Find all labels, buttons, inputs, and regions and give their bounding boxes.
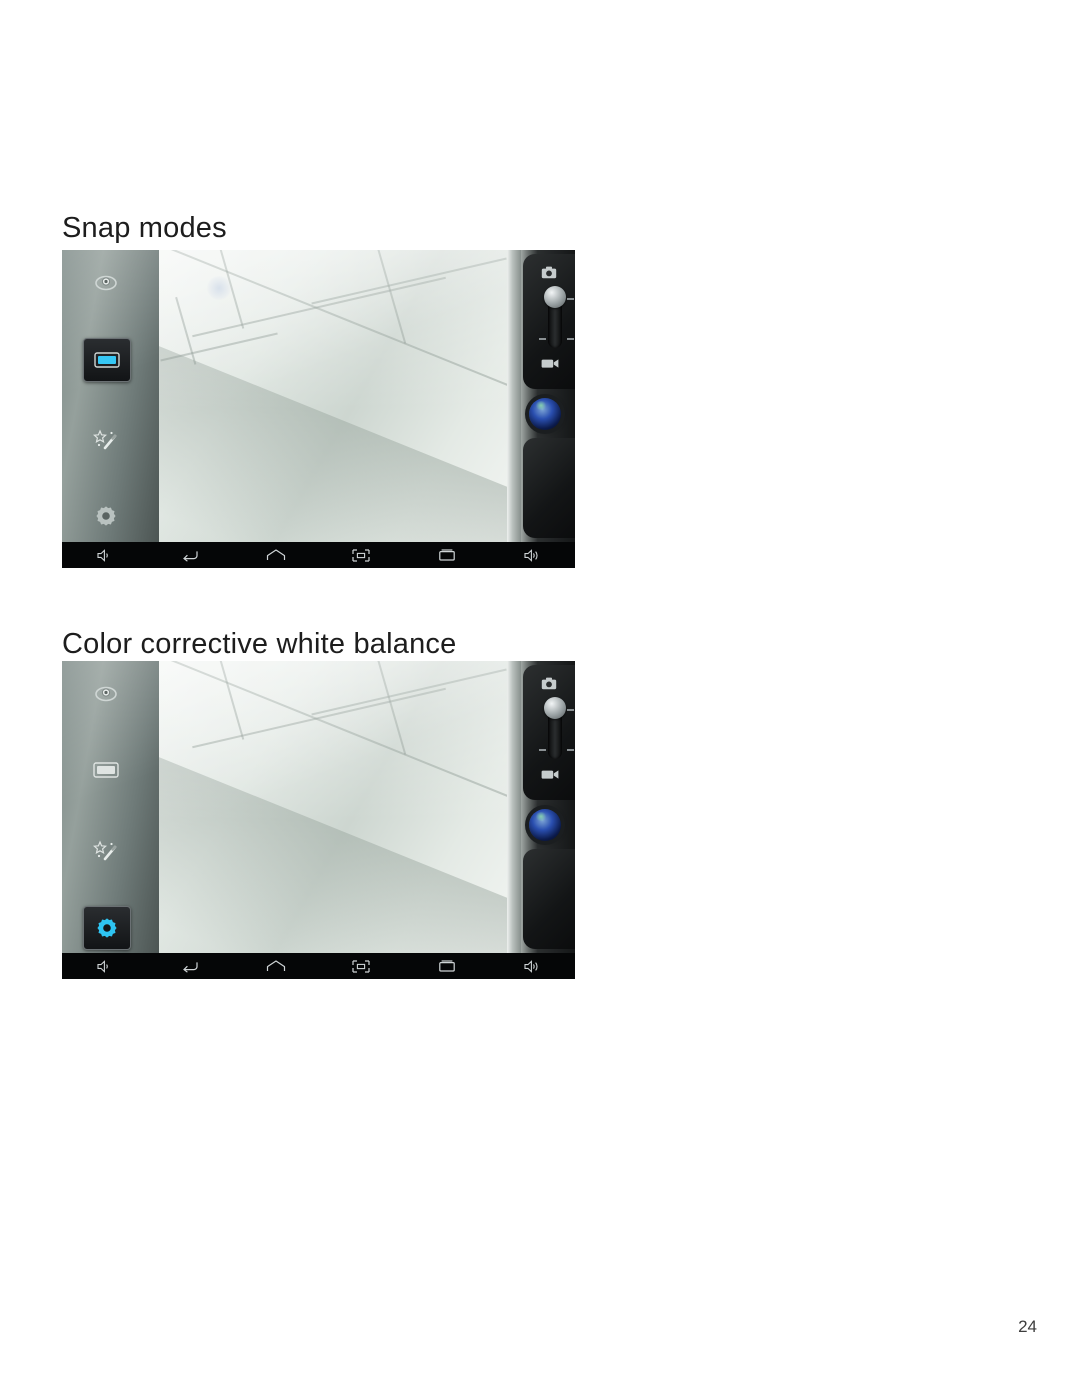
video-mode-icon[interactable]	[541, 769, 559, 780]
switch-camera-icon	[94, 274, 118, 292]
device-bezel	[507, 250, 521, 542]
ceiling-tile-line	[311, 668, 507, 715]
shutter-button[interactable]	[529, 809, 561, 841]
effects-button[interactable]	[83, 831, 129, 873]
camera-left-toolbar	[62, 661, 159, 953]
video-mode-icon[interactable]	[541, 358, 559, 369]
section-heading-white-balance: Color corrective white balance	[62, 628, 457, 661]
home-icon[interactable]	[233, 549, 319, 561]
android-navigation-bar	[62, 542, 575, 568]
ceiling-tile-line	[371, 250, 407, 344]
toggle-tick	[567, 709, 574, 711]
toggle-tick	[567, 338, 574, 340]
photo-mode-icon[interactable]	[541, 677, 557, 690]
hardware-lower-pod	[523, 438, 575, 538]
effects-icon	[93, 429, 119, 453]
back-icon[interactable]	[148, 960, 234, 973]
back-icon[interactable]	[148, 549, 234, 562]
mode-toggle-knob[interactable]	[544, 697, 566, 719]
toggle-tick	[539, 338, 546, 340]
section-heading-snap-modes: Snap modes	[62, 212, 227, 245]
volume-down-icon[interactable]	[62, 548, 148, 562]
gear-icon	[94, 504, 118, 528]
camera-settings-button[interactable]	[83, 906, 131, 950]
volume-up-icon[interactable]	[490, 959, 576, 973]
screenshot-icon[interactable]	[319, 548, 405, 562]
shutter-button[interactable]	[529, 398, 561, 430]
gear-icon	[95, 916, 119, 940]
device-hardware-panel	[507, 661, 575, 953]
ceiling-tile-line	[371, 661, 407, 755]
volume-up-icon[interactable]	[490, 548, 576, 562]
page-number: 24	[1018, 1317, 1037, 1336]
switch-camera-icon	[94, 685, 118, 703]
recents-icon[interactable]	[404, 549, 490, 561]
hardware-control-pod	[523, 254, 575, 389]
switch-camera-button[interactable]	[83, 262, 129, 304]
photo-mode-icon[interactable]	[541, 266, 557, 279]
toggle-tick	[539, 749, 546, 751]
android-navigation-bar	[62, 953, 575, 979]
mode-toggle-knob[interactable]	[544, 286, 566, 308]
screenshot-snap-modes: Snap mode Normal Panorama Snap	[62, 250, 575, 568]
ceiling-tile-line	[209, 661, 245, 740]
snap-mode-icon	[93, 761, 119, 779]
effects-button[interactable]	[83, 420, 129, 462]
screenshot-white-balance: Camera settings Exposure 0	[62, 661, 575, 979]
effects-icon	[93, 840, 119, 864]
camera-viewfinder	[159, 250, 507, 542]
screenshot-icon[interactable]	[319, 959, 405, 973]
document-page: Snap modes Color corrective white balanc…	[0, 0, 1080, 1397]
ceiling-tile-line	[160, 332, 278, 361]
volume-down-icon[interactable]	[62, 959, 148, 973]
device-hardware-panel	[507, 250, 575, 542]
snap-mode-button[interactable]	[83, 338, 131, 382]
camera-settings-button[interactable]	[83, 495, 129, 537]
snap-mode-icon	[94, 351, 120, 369]
recents-icon[interactable]	[404, 960, 490, 972]
home-icon[interactable]	[233, 960, 319, 972]
snap-mode-button[interactable]	[83, 749, 129, 791]
device-bezel	[507, 661, 521, 953]
hardware-lower-pod	[523, 849, 575, 949]
toggle-tick	[567, 298, 574, 300]
hardware-control-pod	[523, 665, 575, 800]
camera-viewfinder	[159, 661, 507, 953]
switch-camera-button[interactable]	[83, 673, 129, 715]
ceiling-tile-line	[311, 257, 507, 304]
toggle-tick	[567, 749, 574, 751]
camera-left-toolbar	[62, 250, 159, 542]
lens-flare	[207, 276, 231, 300]
